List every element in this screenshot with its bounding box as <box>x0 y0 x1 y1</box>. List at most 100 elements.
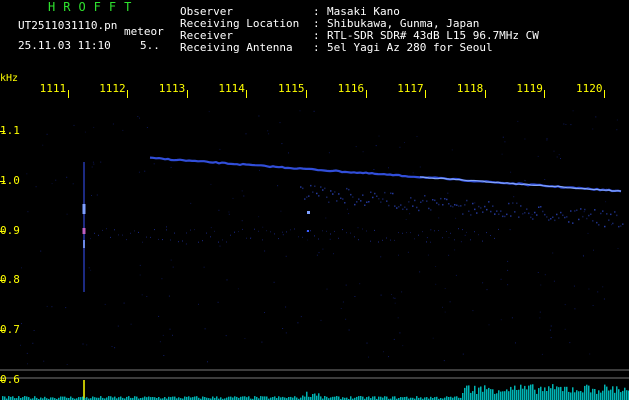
band-speckle <box>418 234 419 236</box>
secondary-trace-dot <box>584 208 586 211</box>
secondary-trace-dot <box>370 191 372 193</box>
band-speckle <box>478 234 479 236</box>
band-speckle <box>310 230 311 232</box>
noise-speckle <box>359 283 361 285</box>
band-speckle <box>438 230 439 231</box>
noise-speckle <box>93 126 95 128</box>
secondary-trace-dot <box>464 204 466 206</box>
secondary-trace-dot <box>588 214 590 217</box>
noise-speckle <box>245 133 247 135</box>
noise-speckle <box>511 317 513 319</box>
signal-level-bar <box>502 391 504 400</box>
noise-speckle <box>462 353 464 355</box>
noise-speckle <box>574 308 576 310</box>
noise-speckle <box>444 288 446 289</box>
band-speckle <box>242 228 243 230</box>
noise-speckle <box>447 192 449 194</box>
signal-level-bar <box>504 391 506 400</box>
time-tick-label: 1113 <box>158 82 186 95</box>
band-speckle <box>398 232 399 234</box>
noise-speckle <box>217 301 219 303</box>
signal-level-bar <box>592 388 594 400</box>
noise-speckle <box>454 249 456 251</box>
band-speckle <box>150 236 151 238</box>
secondary-trace-dot <box>348 188 350 191</box>
secondary-trace-dot <box>302 187 304 190</box>
band-speckle <box>162 239 163 241</box>
signal-level-bar <box>510 386 512 400</box>
signal-level-bar <box>64 396 66 400</box>
signal-level-bar <box>556 386 558 400</box>
noise-speckle <box>40 250 42 252</box>
signal-level-bar <box>378 396 380 400</box>
secondary-trace-dot <box>592 220 594 222</box>
signal-level-bar <box>416 396 418 400</box>
time-tick-label: 1112 <box>99 82 126 95</box>
secondary-trace-dot <box>610 213 612 216</box>
secondary-trace-dot <box>516 202 518 204</box>
band-speckle <box>366 230 367 232</box>
noise-speckle <box>398 254 399 256</box>
dots-indicator: 5.. <box>140 39 160 52</box>
secondary-trace-dot <box>356 201 358 203</box>
noise-speckle <box>139 274 141 276</box>
secondary-trace-dot <box>374 192 376 195</box>
secondary-trace-dot <box>616 214 618 217</box>
signal-level-bar <box>262 396 264 400</box>
secondary-trace-dot <box>446 198 448 201</box>
noise-speckle <box>504 141 506 143</box>
signal-level-bar <box>128 396 130 400</box>
secondary-trace-dot <box>314 185 316 187</box>
secondary-trace-dot <box>496 210 498 212</box>
secondary-trace-dot <box>400 204 402 206</box>
signal-level-bar <box>120 396 122 400</box>
secondary-trace-dot <box>414 199 416 202</box>
secondary-trace-dot <box>544 213 546 216</box>
signal-level-bar <box>196 396 198 400</box>
noise-speckle <box>435 283 437 285</box>
noise-speckle <box>472 310 474 312</box>
noise-speckle <box>261 341 263 343</box>
time-tick-label: 1111 <box>39 82 67 95</box>
secondary-trace-dot <box>460 205 462 207</box>
secondary-trace-dot <box>586 217 588 220</box>
signal-level-bar <box>480 386 482 400</box>
signal-level-bar <box>172 396 174 400</box>
secondary-trace-dot <box>606 213 608 215</box>
secondary-trace-dot <box>404 206 406 208</box>
noise-speckle <box>544 179 546 180</box>
noise-speckle <box>130 323 132 325</box>
noise-speckle <box>556 156 558 158</box>
noise-speckle <box>553 150 555 152</box>
noise-speckle <box>122 129 124 131</box>
noise-speckle <box>540 284 542 286</box>
noise-speckle <box>285 255 287 257</box>
noise-speckle <box>313 110 315 112</box>
secondary-trace-dot <box>594 209 596 211</box>
band-speckle <box>374 229 375 231</box>
secondary-trace-dot <box>450 205 452 207</box>
signal-level-bar <box>318 393 320 400</box>
signal-level-bar <box>12 396 14 400</box>
signal-level-bar <box>500 391 502 400</box>
noise-speckle <box>602 286 604 288</box>
noise-speckle <box>419 166 421 168</box>
noise-speckle <box>141 294 143 296</box>
noise-speckle <box>550 337 552 339</box>
signal-level-bar <box>546 391 548 400</box>
band-speckle <box>250 237 251 239</box>
secondary-trace-dot <box>620 225 622 227</box>
signal-level-bar <box>108 396 110 400</box>
secondary-trace-dot <box>520 205 522 207</box>
secondary-trace-dot <box>556 213 558 216</box>
secondary-trace-dot <box>342 198 344 200</box>
noise-speckle <box>455 217 457 219</box>
secondary-trace-dot <box>456 204 458 206</box>
noise-speckle <box>32 342 34 344</box>
secondary-trace-dot <box>428 207 430 210</box>
noise-speckle <box>407 251 409 253</box>
frequency-tick-mark <box>0 181 5 182</box>
secondary-trace-dot <box>358 198 360 200</box>
noise-speckle <box>397 317 399 319</box>
noise-speckle <box>603 298 605 300</box>
